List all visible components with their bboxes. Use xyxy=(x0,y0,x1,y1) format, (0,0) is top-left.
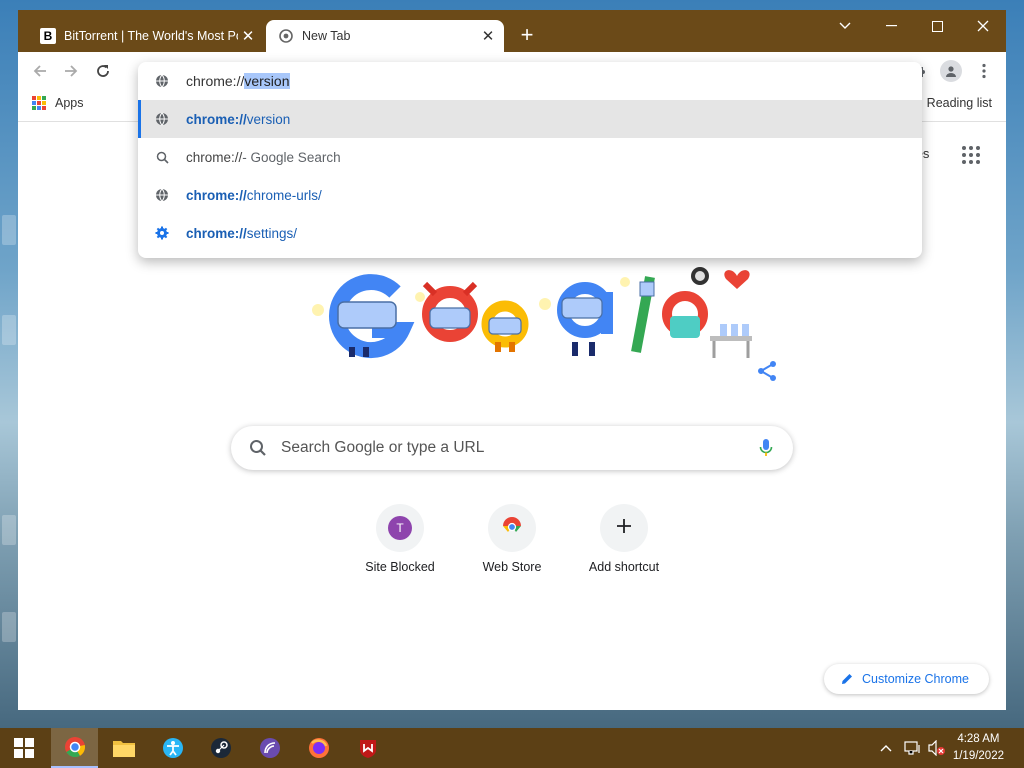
address-input-prefix: chrome:// xyxy=(186,73,245,89)
firefox-icon[interactable] xyxy=(295,728,342,768)
suggestion-row[interactable]: chrome://version xyxy=(138,100,922,138)
search-placeholder: Search Google or type a URL xyxy=(281,439,485,456)
web-store-icon xyxy=(502,516,522,540)
omnibox-dropdown: chrome://version chrome://version chrome… xyxy=(138,62,922,258)
file-explorer-icon[interactable] xyxy=(100,728,147,768)
address-input-selection: version xyxy=(244,73,290,89)
suggestion-row[interactable]: chrome://settings/ xyxy=(138,214,922,252)
letter-t-icon: T xyxy=(388,516,412,540)
suggestion-text: chrome-urls/ xyxy=(246,187,322,203)
pencil-icon xyxy=(840,672,854,686)
reload-icon[interactable] xyxy=(91,59,115,83)
close-tab-icon[interactable]: ✕ xyxy=(478,26,498,46)
suggestion-match: chrome:// xyxy=(186,149,243,165)
tab-search-chevron-icon[interactable] xyxy=(822,10,868,42)
suggestion-text: version xyxy=(246,111,291,127)
suggestion-match: chrome:// xyxy=(186,187,247,203)
apps-label: Apps xyxy=(55,96,84,110)
ntp-search-box[interactable]: Search Google or type a URL xyxy=(231,426,793,470)
desktop-icon[interactable] xyxy=(2,215,16,245)
globe-icon xyxy=(138,112,186,126)
gear-icon xyxy=(138,226,186,240)
bittorrent-favicon-icon: B xyxy=(40,28,56,44)
google-doodle[interactable] xyxy=(300,252,760,382)
suggestion-row[interactable]: chrome://chrome-urls/ xyxy=(138,176,922,214)
address-bar-input[interactable]: chrome://version xyxy=(138,62,922,100)
menu-kebab-icon[interactable] xyxy=(971,58,997,84)
chrome-taskbar-icon[interactable] xyxy=(51,728,98,768)
steam-icon[interactable] xyxy=(197,728,244,768)
clock-time: 4:28 AM xyxy=(957,733,1000,745)
share-icon[interactable] xyxy=(756,360,778,387)
desktop-left-edge xyxy=(0,0,18,728)
start-windows-icon[interactable] xyxy=(0,728,47,768)
shortcut-web-store[interactable]: Web Store xyxy=(456,504,568,574)
apps-grid-icon xyxy=(32,96,46,110)
reading-list-label: Reading list xyxy=(926,96,992,110)
tab-new-tab[interactable]: New Tab ✕ xyxy=(266,20,504,52)
shortcut-site-blocked[interactable]: T Site Blocked xyxy=(344,504,456,574)
google-apps-grid-icon[interactable] xyxy=(962,146,980,164)
back-arrow-icon[interactable] xyxy=(28,59,52,83)
apps-bookmark[interactable]: Apps xyxy=(32,96,84,110)
close-tab-icon[interactable]: ✕ xyxy=(238,26,258,46)
person-icon xyxy=(940,60,962,82)
bittorrent-taskbar-icon[interactable] xyxy=(246,728,293,768)
shortcut-label: Web Store xyxy=(482,560,542,574)
globe-icon xyxy=(138,74,186,88)
clock-date: 1/19/2022 xyxy=(952,750,1004,762)
suggestion-match: chrome:// xyxy=(186,111,247,127)
suggestion-row[interactable]: chrome:// - Google Search xyxy=(138,138,922,176)
forward-arrow-icon[interactable] xyxy=(59,59,83,83)
customize-label: Customize Chrome xyxy=(862,672,969,686)
shortcut-add[interactable]: Add shortcut xyxy=(568,504,680,574)
shortcut-label: Add shortcut xyxy=(588,560,660,574)
globe-icon xyxy=(138,188,186,202)
volume-muted-icon[interactable] xyxy=(928,728,946,768)
desktop-icon[interactable] xyxy=(2,515,16,545)
accessibility-app-icon[interactable] xyxy=(149,728,196,768)
suggestion-text: settings/ xyxy=(246,225,298,241)
title-bar: B BitTorrent | The World's Most Popular … xyxy=(18,10,1006,52)
profile-avatar[interactable] xyxy=(938,58,964,84)
microphone-icon[interactable] xyxy=(759,438,773,458)
close-window-icon[interactable] xyxy=(960,10,1006,42)
customize-chrome-button[interactable]: Customize Chrome xyxy=(824,664,989,694)
tab-title: BitTorrent | The World's Most Popular To… xyxy=(64,29,238,43)
shortcut-label: Site Blocked xyxy=(365,560,435,574)
shortcut-tile xyxy=(488,504,536,552)
show-hidden-icons-chevron-icon[interactable] xyxy=(880,728,892,768)
shortcut-tile: T xyxy=(376,504,424,552)
plus-icon xyxy=(617,518,631,538)
search-icon xyxy=(249,439,267,457)
system-clock[interactable]: 4:28 AM 1/19/2022 xyxy=(953,731,1004,765)
suggestion-match: chrome:// xyxy=(186,225,247,241)
desktop-right-edge xyxy=(1006,0,1024,728)
desktop-icon[interactable] xyxy=(2,612,16,642)
shortcut-tile xyxy=(600,504,648,552)
maximize-icon[interactable] xyxy=(914,10,960,42)
chrome-favicon-icon xyxy=(278,28,294,44)
search-icon xyxy=(138,151,186,164)
network-icon[interactable] xyxy=(904,728,922,768)
suggestion-text: - Google Search xyxy=(242,149,341,165)
taskbar: 4:28 AM 1/19/2022 xyxy=(0,728,1024,768)
minimize-icon[interactable] xyxy=(868,10,914,42)
mcafee-icon[interactable] xyxy=(344,728,391,768)
new-tab-plus-icon[interactable]: + xyxy=(515,24,539,48)
tab-title: New Tab xyxy=(302,29,351,43)
chrome-window: B BitTorrent | The World's Most Popular … xyxy=(18,10,1006,710)
tab-bittorrent[interactable]: B BitTorrent | The World's Most Popular … xyxy=(28,20,264,52)
desktop-icon[interactable] xyxy=(2,315,16,345)
